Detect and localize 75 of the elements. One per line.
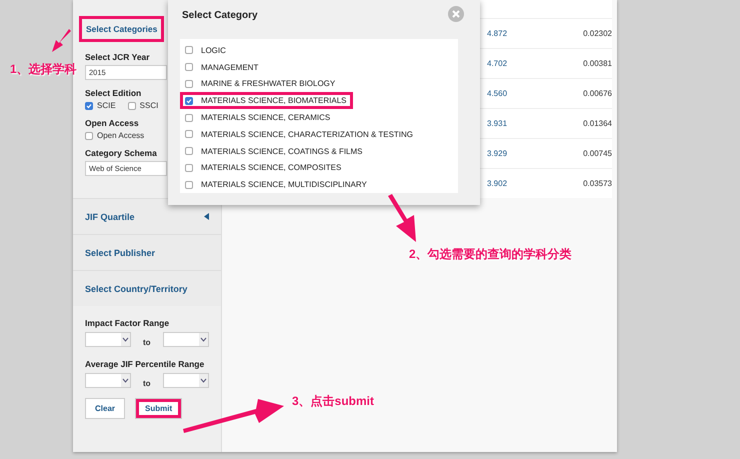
table-cell-text: 4.560 xyxy=(487,89,508,98)
category-row[interactable]: MATERIALS SCIENCE, CERAMICS xyxy=(180,109,336,126)
checkbox-label: SCIE xyxy=(97,101,116,110)
table-cell-text: 0.00381 xyxy=(582,59,612,68)
chevron-icon xyxy=(198,333,208,346)
checkbox[interactable] xyxy=(85,132,93,140)
field-label: Category Schema xyxy=(85,148,157,158)
category-row[interactable]: MATERIALS SCIENCE, CHARACTERIZATION & TESTING xyxy=(180,126,420,143)
category-row[interactable]: MATERIALS SCIENCE, COMPOSITES xyxy=(180,159,348,176)
table-cell-text: 4.702 xyxy=(487,59,508,68)
sidebar-section[interactable]: JIF Quartile xyxy=(73,198,221,234)
checkbox[interactable] xyxy=(128,102,136,110)
field-label: Impact Factor Range xyxy=(85,318,170,328)
chevron-icon xyxy=(121,333,130,346)
chevron-icon xyxy=(121,374,130,387)
checkbox-label: Open Access xyxy=(97,131,144,140)
range-separator: to xyxy=(143,338,151,347)
category-label[interactable]: MATERIALS SCIENCE, CERAMICS xyxy=(201,113,330,122)
category-label[interactable]: MANAGEMENT xyxy=(201,62,258,72)
table-cell-text: 0.01364 xyxy=(582,119,612,128)
dropdown[interactable] xyxy=(162,332,209,347)
category-label[interactable]: MATERIALS SCIENCE, MULTIDISCIPLINARY xyxy=(201,180,367,190)
checkbox[interactable] xyxy=(185,180,193,189)
category-row[interactable]: MATERIALS SCIENCE, MULTIDISCIPLINARY xyxy=(180,176,373,194)
arrow xyxy=(52,29,71,52)
dialog-title: Select Category xyxy=(182,10,258,21)
dropdown[interactable] xyxy=(85,332,131,347)
dropdown[interactable] xyxy=(162,373,209,388)
field-label: Average JIF Percentile Range xyxy=(85,359,204,369)
table-cell-text: 3.929 xyxy=(487,149,508,158)
category-label[interactable]: MATERIALS SCIENCE, COATINGS & FILMS xyxy=(201,146,363,156)
category-label[interactable]: MARINE & FRESHWATER BIOLOGY xyxy=(201,79,336,88)
select-categories-link[interactable]: Select Categories xyxy=(79,16,164,42)
table-cell-text: 3.902 xyxy=(487,179,508,188)
sidebar-section[interactable]: Select Publisher xyxy=(73,234,221,270)
caret-icon xyxy=(204,213,209,220)
checkbox[interactable] xyxy=(185,96,193,105)
range-separator: to xyxy=(143,379,151,388)
category-row[interactable]: LOGIC xyxy=(180,42,232,59)
table-cell-text: 0.00676 xyxy=(582,89,612,98)
annotation-text: 3、点击submit xyxy=(292,393,374,410)
checkbox[interactable] xyxy=(85,102,93,110)
arrow xyxy=(388,194,416,242)
category-label[interactable]: MATERIALS SCIENCE, CHARACTERIZATION & TESTING xyxy=(201,130,414,139)
annotation-text: 2、勾选需要的查询的学科分类 xyxy=(409,246,572,263)
dropdown[interactable] xyxy=(85,373,131,388)
annotation-text: 1、选择学科 xyxy=(10,61,77,78)
close-icon[interactable] xyxy=(448,6,464,22)
table-cell-text: 0.00745 xyxy=(582,149,612,158)
checkbox[interactable] xyxy=(185,80,193,88)
category-row[interactable]: MANAGEMENT xyxy=(180,58,264,76)
field-label: Select JCR Year xyxy=(85,52,150,62)
chevron-icon xyxy=(198,374,208,387)
form-button[interactable]: Submit xyxy=(135,398,182,419)
checkbox[interactable] xyxy=(185,147,193,156)
category-row[interactable]: MATERIALS SCIENCE, BIOMATERIALS xyxy=(180,92,353,110)
table-cell-text: 0.02302 xyxy=(582,29,612,38)
form-button[interactable]: Clear xyxy=(85,398,126,419)
checkbox-label: SSCI xyxy=(140,101,158,110)
checkbox[interactable] xyxy=(185,130,193,138)
category-row[interactable]: MATERIALS SCIENCE, COATINGS & FILMS xyxy=(180,142,369,160)
table-cell-text: 4.872 xyxy=(487,29,508,38)
checkbox[interactable] xyxy=(185,164,193,172)
checkbox[interactable] xyxy=(185,63,193,72)
category-label[interactable]: MATERIALS SCIENCE, BIOMATERIALS xyxy=(201,96,347,106)
table-cell-text: 0.03573 xyxy=(582,179,612,188)
category-row[interactable]: MARINE & FRESHWATER BIOLOGY xyxy=(180,76,342,92)
field-label: Select Edition xyxy=(85,88,142,98)
table-cell-text: 3.931 xyxy=(487,119,508,128)
field-label: Open Access xyxy=(85,118,139,128)
checkbox[interactable] xyxy=(185,114,193,122)
category-label[interactable]: LOGIC xyxy=(201,46,226,55)
sidebar-section[interactable]: Select Country/Territory xyxy=(73,270,221,306)
checkbox[interactable] xyxy=(185,46,193,54)
category-label[interactable]: MATERIALS SCIENCE, COMPOSITES xyxy=(201,163,342,172)
